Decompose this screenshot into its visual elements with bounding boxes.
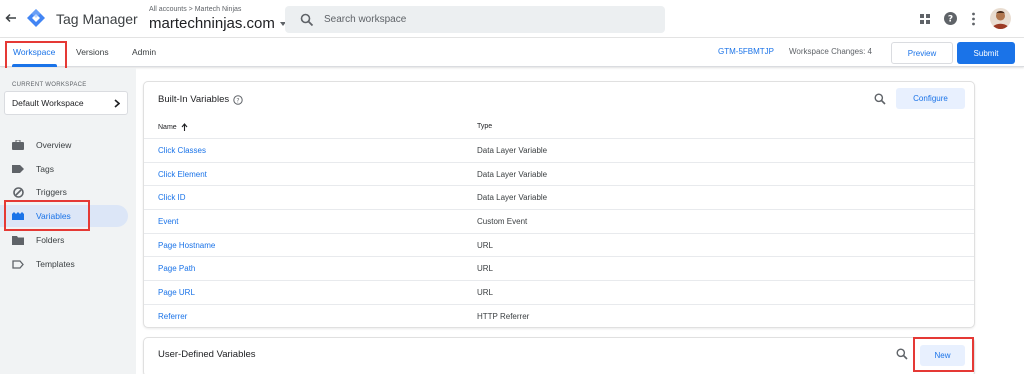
variable-type: Data Layer Variable	[477, 193, 548, 203]
sidebar-item-overview[interactable]: Overview	[0, 134, 128, 156]
search-icon[interactable]	[874, 93, 886, 105]
user-defined-variables-card: User-Defined Variables New	[143, 337, 975, 374]
variable-type: URL	[477, 240, 494, 250]
variable-name-link[interactable]: Click Classes	[158, 146, 206, 155]
variable-name-link[interactable]: Click ID	[158, 193, 186, 202]
variable-name-link[interactable]: Page Hostname	[158, 241, 215, 250]
svg-text:?: ?	[237, 97, 240, 104]
variable-type: URL	[477, 264, 494, 274]
table-row[interactable]: Click Classes Data Layer Variable	[144, 138, 974, 162]
submit-button[interactable]: Submit	[957, 42, 1015, 64]
workspace-changes-count: Workspace Changes: 4	[789, 47, 873, 56]
app-title: Tag Manager	[56, 11, 138, 27]
back-arrow-icon[interactable]	[4, 11, 18, 25]
variable-type: HTTP Referrer	[477, 311, 530, 321]
variable-type: URL	[477, 288, 494, 298]
top-bar: Tag Manager All accounts > Martech Ninja…	[0, 0, 1024, 38]
user-avatar[interactable]	[990, 8, 1011, 29]
svg-text:?: ?	[948, 15, 953, 25]
sidebar-item-label: Folders	[36, 235, 65, 245]
container-id-link[interactable]: GTM-5FBMTJP	[718, 47, 774, 56]
built-in-variables-card: Built-In Variables ? Configure Name Type…	[143, 81, 975, 328]
sidebar-item-tags[interactable]: Tags	[0, 158, 128, 180]
configure-button[interactable]: Configure	[896, 88, 965, 109]
trigger-icon	[12, 186, 24, 198]
workspace-selector[interactable]: Default Workspace	[4, 91, 128, 115]
sidebar-item-folders[interactable]: Folders	[0, 229, 128, 251]
variables-table: Click Classes Data Layer Variable Click …	[144, 138, 974, 328]
search-icon[interactable]	[896, 348, 908, 360]
table-row[interactable]: Page Path URL	[144, 256, 974, 280]
folder-icon	[12, 235, 24, 245]
apps-grid-icon[interactable]	[920, 14, 930, 24]
variable-name-link[interactable]: Page Path	[158, 264, 195, 273]
variable-name-link[interactable]: Event	[158, 217, 178, 226]
more-vert-icon[interactable]	[971, 12, 976, 26]
user-defined-variables-title: User-Defined Variables	[158, 349, 256, 360]
tab-versions[interactable]: Versions	[76, 47, 109, 57]
workspace-name: Default Workspace	[12, 98, 84, 108]
breadcrumb[interactable]: All accounts > Martech Ninjas	[149, 6, 241, 13]
tab-admin[interactable]: Admin	[132, 47, 156, 57]
sort-arrow-up-icon	[181, 123, 188, 131]
account-name: martechninjas.com	[149, 15, 275, 32]
card-title: Built-In Variables ?	[158, 94, 243, 105]
table-row[interactable]: Event Custom Event	[144, 209, 974, 233]
current-workspace-label: CURRENT WORKSPACE	[12, 82, 87, 88]
variable-name-link[interactable]: Click Element	[158, 170, 207, 179]
search-input[interactable]	[324, 14, 624, 25]
variable-type: Data Layer Variable	[477, 169, 548, 179]
table-row[interactable]: Click Element Data Layer Variable	[144, 161, 974, 186]
tag-icon	[12, 164, 24, 174]
variable-name-link[interactable]: Referrer	[158, 312, 187, 321]
sidebar-item-label: Templates	[36, 259, 75, 269]
column-header-name[interactable]: Name	[158, 123, 188, 131]
column-header-label: Type	[477, 123, 493, 130]
table-row[interactable]: Click ID Data Layer Variable	[144, 185, 974, 209]
card-title: User-Defined Variables	[158, 349, 256, 360]
search-icon	[300, 13, 314, 26]
variable-type: Custom Event	[477, 217, 528, 227]
sidebar-item-label: Tags	[36, 164, 54, 174]
briefcase-icon	[12, 140, 24, 150]
table-row[interactable]: Page Hostname URL	[144, 232, 974, 257]
template-icon	[12, 259, 24, 269]
tag-manager-logo-icon	[27, 9, 45, 27]
help-outline-icon[interactable]: ?	[233, 94, 243, 105]
account-selector[interactable]: martechninjas.com	[149, 15, 286, 32]
table-row[interactable]: Referrer HTTP Referrer	[144, 303, 974, 328]
workspace-tab-highlight-box	[5, 41, 67, 71]
sidebar-item-label: Overview	[36, 140, 72, 150]
search-bar[interactable]	[285, 6, 665, 33]
help-icon[interactable]: ?	[944, 12, 957, 25]
new-button-highlight-box	[913, 337, 974, 372]
table-row[interactable]: Page URL URL	[144, 280, 974, 304]
built-in-variables-title: Built-In Variables	[158, 94, 230, 105]
column-header-type: Type	[477, 123, 492, 130]
variable-name-link[interactable]: Page URL	[158, 288, 195, 297]
sidebar-item-templates[interactable]: Templates	[0, 253, 128, 275]
chevron-right-icon	[114, 98, 120, 108]
variable-type: Data Layer Variable	[477, 146, 548, 155]
preview-button[interactable]: Preview	[891, 42, 953, 64]
sidebar-item-label: Triggers	[36, 187, 67, 197]
column-header-label: Name	[158, 123, 177, 131]
variables-highlight-box	[4, 200, 90, 231]
